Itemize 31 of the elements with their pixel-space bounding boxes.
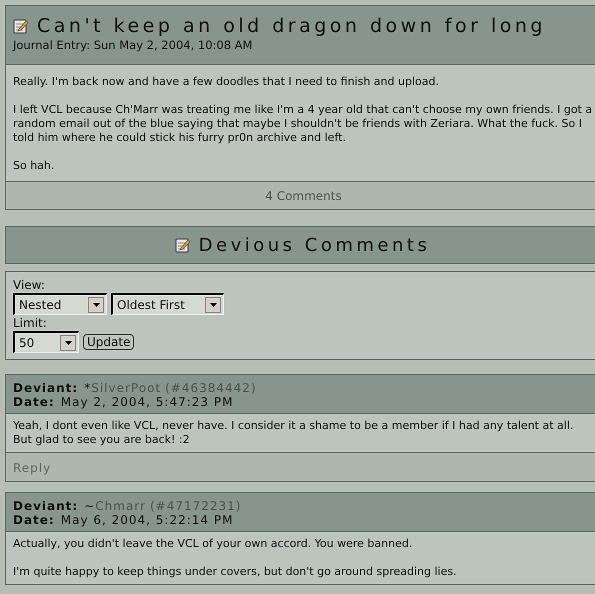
journal-title: Can't keep an old dragon down for long [37,14,546,38]
comments-title: Devious Comments [198,234,430,258]
order-select[interactable]: Oldest First [111,293,224,315]
date-label: Date: [13,395,55,409]
dropdown-caret-icon [205,296,221,312]
comments-count-link[interactable]: 4 Comments [265,186,342,204]
journal-icon [13,18,29,34]
limit-select[interactable]: 50 [13,331,79,353]
dropdown-caret-icon [88,296,104,312]
view-select[interactable]: Nested [13,293,107,315]
comment-date: May 6, 2004, 5:22:14 PM [60,513,234,527]
comment-date: May 2, 2004, 5:47:23 PM [60,395,234,409]
comment-id: (#46384442) [165,381,257,395]
user-symbol: * [84,381,92,395]
journal-text: I left VCL because Ch'Marr was treating me like I'm a 4 year old that can't choose my own friends. I got a random email out of the blue saying that maybe I shouldn't be friends with Zeriara. What the fuck. So I told him where he could stick his furry pr0n archive and left. [13,103,594,145]
dropdown-caret-icon [60,334,76,350]
comment-text: Actually, you didn't leave the VCL of your own accord. You were banned. [13,537,414,551]
date-label: Date: [13,513,55,527]
update-button[interactable]: Update [83,334,134,350]
comment-text: I'm quite happy to keep things under covers, but don't go around spreading lies. [13,565,458,579]
comment-id: (#47172231) [150,499,242,513]
deviant-label: Deviant: [13,381,78,395]
limit-label: Limit: [13,316,48,330]
journal-text: So hah. [13,159,56,173]
deviant-label: Deviant: [13,499,78,513]
journal-text: Really. I'm back now and have a few doodles that I need to finish and upload. [13,75,440,89]
view-label: View: [13,278,46,292]
journal-date: Journal Entry: Sun May 2, 2004, 10:08 AM [13,38,254,52]
note-icon [174,237,191,253]
comment-text: Yeah, I dont even like VCL, never have. I consider it a shame to be a member if I had any talent at all. But glad to see you are back! :2 [13,419,574,447]
user-symbol: ~ [84,499,96,513]
